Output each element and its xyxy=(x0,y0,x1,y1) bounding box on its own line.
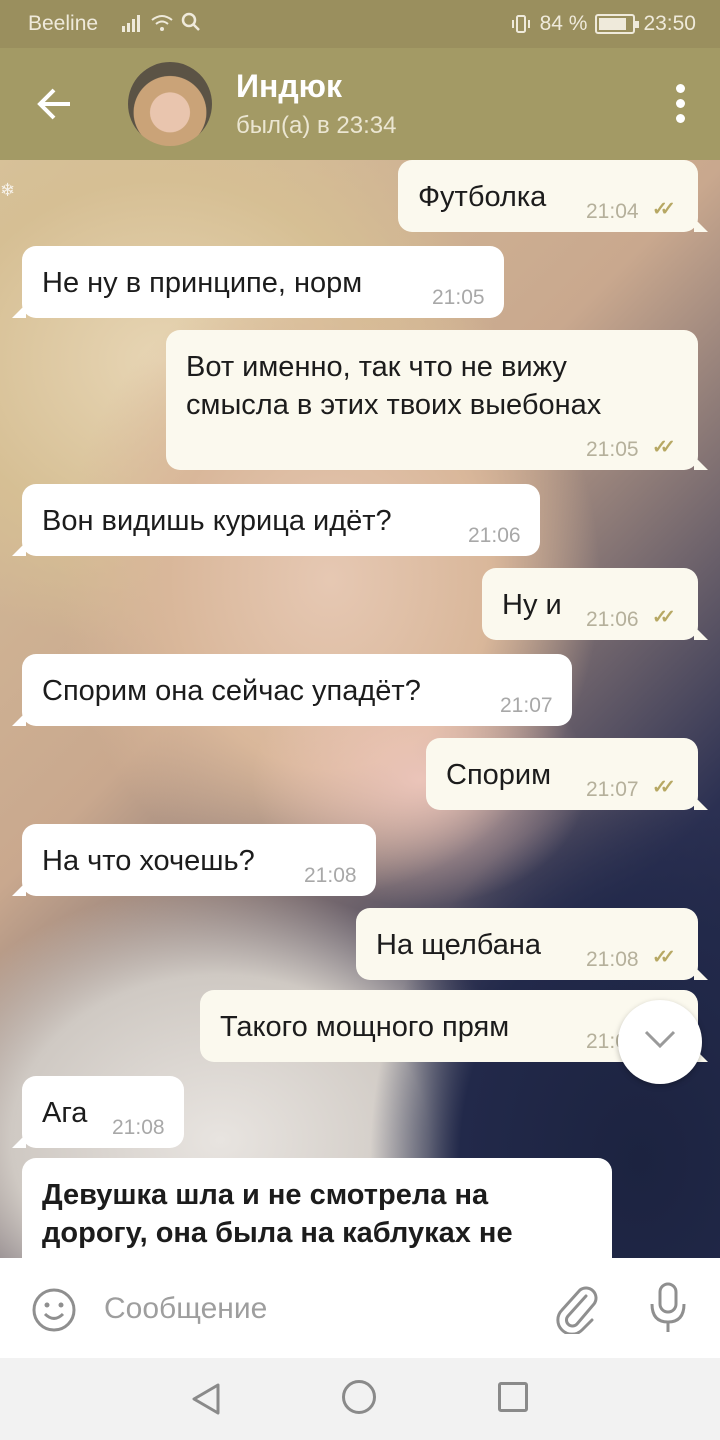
message-bubble-incoming[interactable]: Спорим она сейчас упадёт? 21:07 xyxy=(12,654,572,726)
read-ticks-icon: ✓✓ xyxy=(652,607,676,628)
message-bubble-incoming[interactable]: Девушка шла и не смотрела на дорогу, она… xyxy=(22,1158,612,1258)
message-bubble-incoming[interactable]: Вон видишь курица идёт? 21:06 xyxy=(12,484,540,556)
last-seen: был(а) в 23:34 xyxy=(236,112,397,139)
microphone-icon[interactable] xyxy=(646,1280,690,1341)
message-bubble-outgoing[interactable]: На щелбана 21:08 ✓✓ xyxy=(356,908,708,980)
message-time: 21:07 xyxy=(586,778,639,801)
battery-fill xyxy=(599,18,627,30)
message-text: Ага xyxy=(42,1097,88,1129)
signal-icon xyxy=(122,15,140,32)
message-text: На щелбана xyxy=(376,929,541,961)
message-composer: Сообщение xyxy=(0,1258,720,1358)
message-time: 21:06 xyxy=(468,524,521,547)
paperclip-icon[interactable] xyxy=(552,1282,600,1339)
battery-icon xyxy=(595,14,640,34)
vibrate-icon xyxy=(511,15,530,33)
message-bubble-outgoing[interactable]: Ну и 21:06 ✓✓ xyxy=(482,568,708,640)
read-ticks-icon: ✓✓ xyxy=(652,437,676,458)
message-time: 21:08 xyxy=(586,948,639,971)
message-text: Спорим xyxy=(446,759,552,791)
battery-percent: 84 % xyxy=(539,12,588,35)
message-text: Ну и xyxy=(502,589,562,621)
message-text: Девушка шла и не смотрела на дорогу, она… xyxy=(42,1179,513,1249)
search-icon xyxy=(181,12,200,31)
avatar[interactable] xyxy=(128,62,212,146)
message-bubble-incoming[interactable]: Не ну в принципе, норм 21:05 xyxy=(12,246,504,318)
signal-wifi-icons xyxy=(122,12,201,38)
read-ticks-icon: ✓✓ xyxy=(652,947,676,968)
message-time: 21:08 xyxy=(112,1116,165,1139)
more-vertical-icon[interactable] xyxy=(674,84,686,124)
status-bar: Beeline 84 % 23:50 xyxy=(0,0,720,48)
message-time: 21:05 xyxy=(432,286,485,309)
wallpaper-decoration: ❄ xyxy=(0,180,16,200)
chat-header: Индюк был(а) в 23:34 xyxy=(0,48,720,160)
clock: 23:50 xyxy=(643,12,696,35)
chevron-down-icon xyxy=(644,1030,676,1049)
message-time: 21:07 xyxy=(500,694,553,717)
message-text: На что хочешь? xyxy=(42,845,255,877)
message-text: Такого мощного прям xyxy=(220,1011,510,1043)
message-text: Вот именно, так что не вижу смысла в эти… xyxy=(186,351,602,421)
nav-recents-icon[interactable] xyxy=(498,1382,528,1412)
message-bubble-outgoing[interactable]: Спорим 21:07 ✓✓ xyxy=(426,738,708,810)
message-text: Спорим она сейчас упадёт? xyxy=(42,675,421,707)
message-time: 21:08 xyxy=(304,864,357,887)
back-button[interactable] xyxy=(28,78,80,130)
message-time: 21:05 xyxy=(586,438,639,461)
message-text: Футболка xyxy=(418,181,547,213)
nav-home-icon[interactable] xyxy=(342,1380,376,1414)
read-ticks-icon: ✓✓ xyxy=(652,199,676,220)
message-bubble-outgoing[interactable]: Вот именно, так что не вижу смысла в эти… xyxy=(166,330,708,470)
scroll-down-button[interactable] xyxy=(618,1000,702,1084)
carrier-name: Beeline xyxy=(28,12,99,35)
system-nav-bar xyxy=(0,1358,720,1440)
status-right: 84 % 23:50 xyxy=(510,12,696,36)
message-text: Вон видишь курица идёт? xyxy=(42,505,392,537)
chat-area[interactable]: ❄ Футболка 21:04 ✓✓ Не ну в принципе, но… xyxy=(0,160,720,1258)
message-time: 21:06 xyxy=(586,608,639,631)
message-text: Не ну в принципе, норм xyxy=(42,267,363,299)
read-ticks-icon: ✓✓ xyxy=(652,777,676,798)
message-bubble-outgoing[interactable]: Футболка 21:04 ✓✓ xyxy=(398,160,708,232)
wifi-icon xyxy=(151,15,173,31)
smile-icon[interactable] xyxy=(30,1286,78,1339)
message-time: 21:04 xyxy=(586,200,639,223)
arrow-left-icon xyxy=(37,88,70,120)
nav-back-icon[interactable] xyxy=(190,1382,222,1421)
message-bubble-incoming[interactable]: На что хочешь? 21:08 xyxy=(12,824,376,896)
message-bubble-incoming[interactable]: Ага 21:08 xyxy=(12,1076,184,1148)
contact-name[interactable]: Индюк xyxy=(236,68,342,105)
message-input[interactable]: Сообщение xyxy=(104,1292,267,1326)
